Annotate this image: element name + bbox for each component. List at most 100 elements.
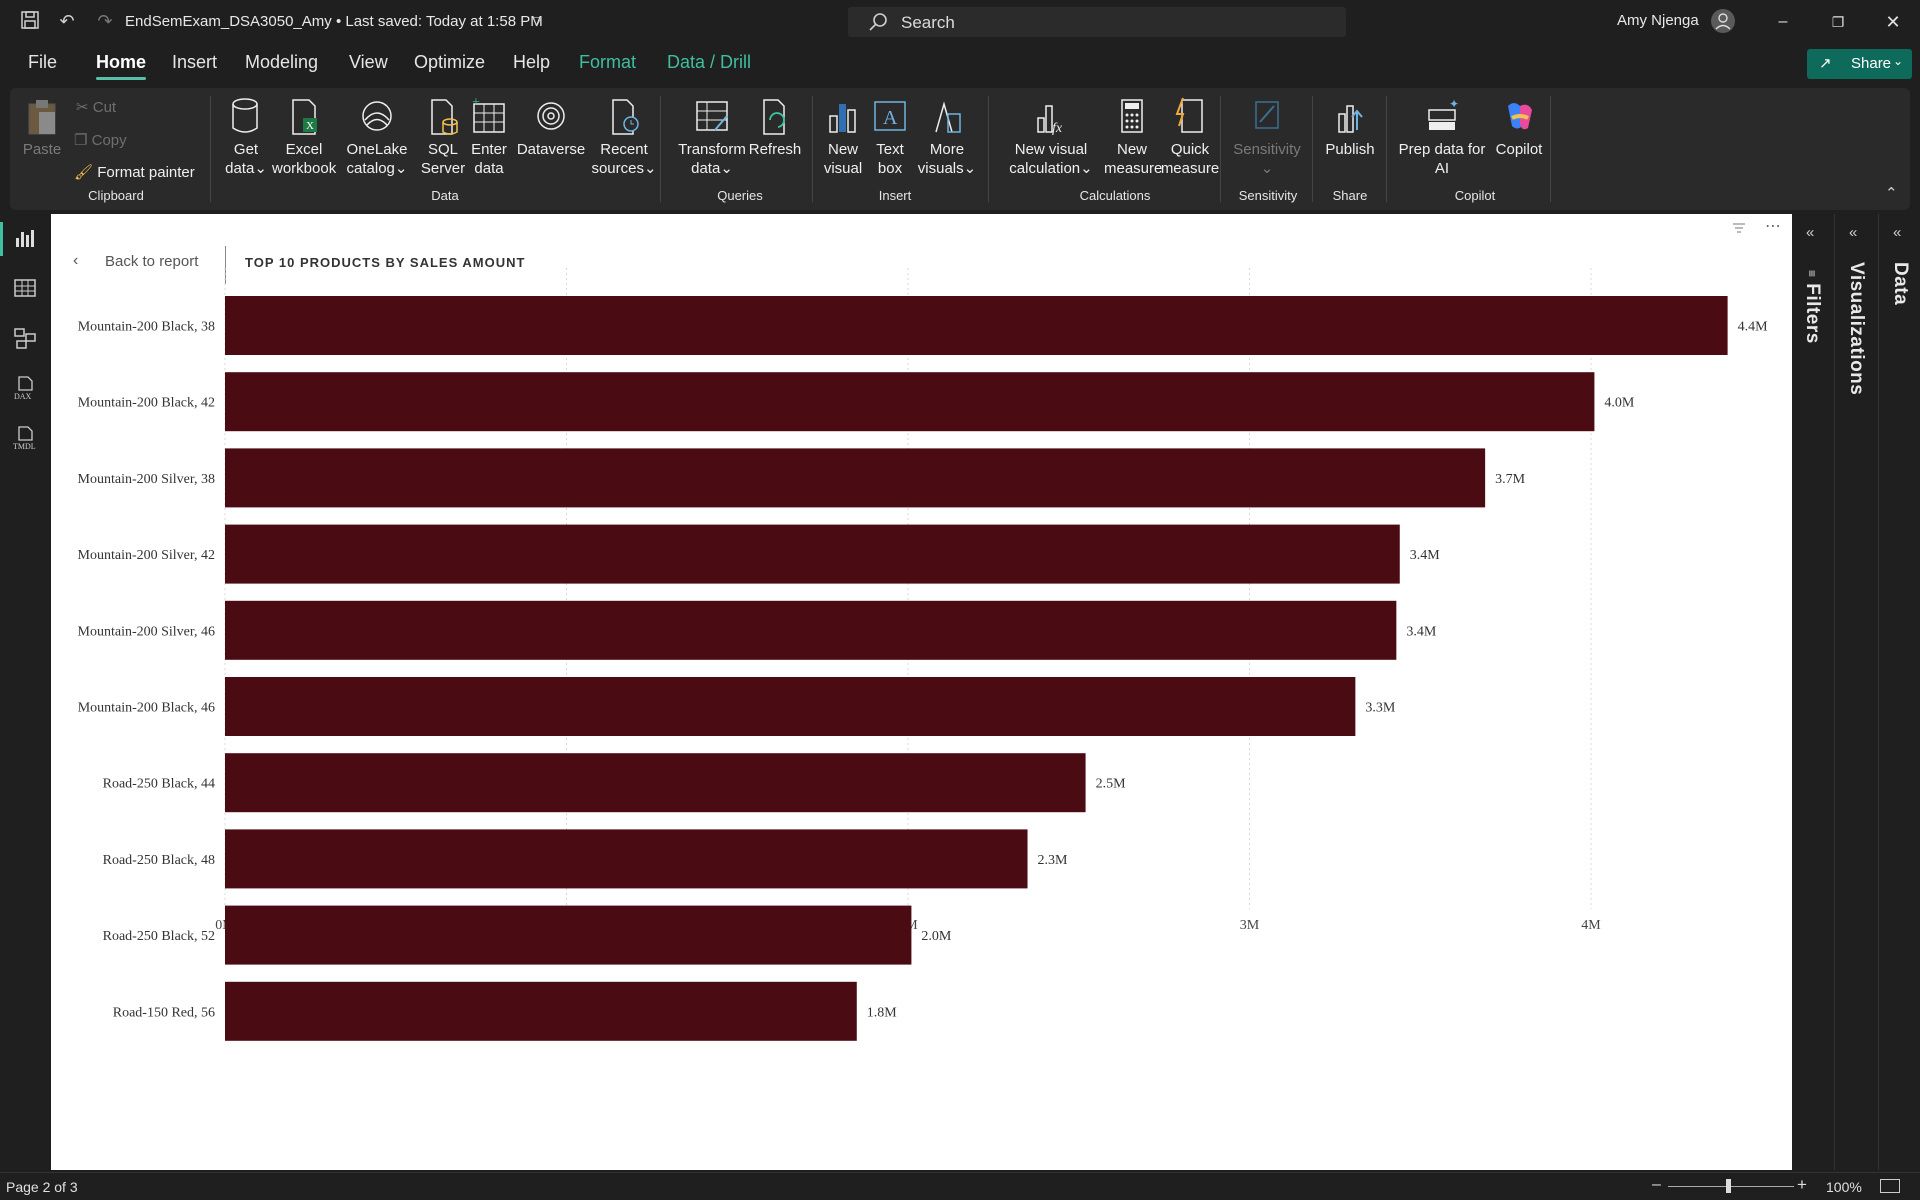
bar-chart: 0M1M2M3M4MMountain-200 Black, 384.4MMoun… (78, 268, 1769, 1041)
refresh-icon (763, 99, 785, 135)
zoom-out-button[interactable]: – (1652, 1176, 1661, 1194)
expand-filters-icon[interactable]: « (1806, 224, 1814, 241)
group-label-calculations: Calculations (1079, 188, 1151, 203)
bar (225, 524, 1400, 584)
refresh-button[interactable]: Refresh (746, 96, 804, 159)
title-dropdown-icon[interactable]: ▽ (526, 10, 548, 32)
excel-icon: X (292, 99, 317, 135)
bar (225, 600, 1397, 660)
filters-pane-label: ≡ Filters (1802, 270, 1823, 344)
report-view-icon[interactable] (13, 226, 37, 250)
publish-button[interactable]: Publish (1322, 96, 1378, 159)
search-input[interactable]: Search (848, 7, 1346, 37)
data-label: 3.4M (1410, 548, 1441, 563)
data-label: 2.0M (921, 929, 952, 944)
dataverse-button[interactable]: Dataverse (510, 96, 592, 159)
ribbon-divider (1312, 96, 1313, 202)
share-icon: ↗ (1819, 55, 1832, 72)
fit-to-page-icon[interactable] (1880, 1179, 1900, 1193)
zoom-slider-thumb[interactable] (1726, 1179, 1731, 1193)
tab-optimize[interactable]: Optimize (414, 52, 485, 73)
tab-data-drill[interactable]: Data / Drill (667, 52, 751, 73)
search-placeholder: Search (901, 13, 955, 32)
chevron-down-icon: ⌄ (1893, 54, 1904, 68)
share-button[interactable]: ↗ Share ⌄ (1807, 49, 1912, 79)
ribbon-divider (1386, 96, 1387, 202)
tab-file[interactable]: File (28, 52, 57, 73)
close-icon[interactable]: ✕ (1881, 10, 1905, 34)
svg-text:DAX: DAX (14, 392, 32, 400)
text-box-button[interactable]: A Text box (870, 96, 910, 178)
document-title[interactable]: EndSemExam_DSA3050_Amy • Last saved: Tod… (125, 13, 543, 30)
sensitivity-button[interactable]: Sensitivity ⌄ (1230, 96, 1304, 178)
quick-measure-button[interactable]: Quick measure (1158, 96, 1222, 178)
ribbon-divider (812, 96, 813, 202)
group-label-sensitivity: Sensitivity (1238, 188, 1298, 203)
data-pane[interactable]: « Data (1878, 214, 1920, 1170)
restore-icon[interactable]: ❐ (1826, 10, 1850, 34)
prep-data-for-ai-button[interactable]: ✦ Prep data for AI (1396, 96, 1488, 178)
zoom-in-button[interactable]: + (1797, 1175, 1807, 1195)
enter-data-button[interactable]: + Enter data (464, 96, 514, 178)
copilot-icon (1508, 103, 1532, 130)
tab-help[interactable]: Help (513, 52, 550, 73)
filters-pane[interactable]: « ≡ Filters (1793, 214, 1833, 1170)
avatar[interactable] (1711, 9, 1735, 33)
tab-insert[interactable]: Insert (172, 52, 217, 73)
svg-text:X: X (306, 120, 314, 132)
category-label: Mountain-200 Silver, 38 (78, 472, 215, 487)
ribbon-divider (660, 96, 661, 202)
filter-icon: ≡ (1805, 270, 1819, 278)
table-icon: + (472, 96, 505, 133)
excel-workbook-button[interactable]: X Excel workbook (272, 96, 336, 178)
visualizations-pane-label: Visualizations (1846, 262, 1867, 396)
calculator-icon (1121, 99, 1143, 133)
bar (225, 372, 1595, 432)
visualizations-pane[interactable]: « Visualizations (1834, 214, 1877, 1170)
copilot-button[interactable]: Copilot (1488, 96, 1550, 159)
transform-data-button[interactable]: Transform data⌄ (670, 96, 754, 178)
tab-modeling[interactable]: Modeling (245, 52, 318, 73)
quick-measure-icon (1175, 97, 1203, 133)
zoom-level: 100% (1826, 1179, 1862, 1195)
expand-visualizations-icon[interactable]: « (1849, 224, 1857, 241)
cut-button[interactable]: ✂ Cut (76, 98, 116, 116)
tab-format[interactable]: Format (579, 52, 636, 73)
collapse-ribbon-icon[interactable]: ⌃ (1885, 184, 1898, 202)
data-label: 4.0M (1604, 396, 1635, 411)
minimize-icon[interactable]: – (1771, 10, 1795, 34)
zoom-slider[interactable] (1668, 1186, 1794, 1187)
bar (225, 753, 1086, 813)
data-label: 4.4M (1738, 320, 1769, 335)
report-canvas: ‹ Back to report TOP 10 PRODUCTS BY SALE… (51, 214, 1792, 1170)
user-name[interactable]: Amy Njenga (1617, 12, 1699, 29)
new-visual-button[interactable]: New visual (820, 96, 866, 178)
page-indicator: Page 2 of 3 (6, 1179, 78, 1195)
recent-sources-button[interactable]: Recent sources⌄ (588, 96, 660, 178)
dax-query-view-icon[interactable]: DAX (13, 374, 37, 401)
get-data-button[interactable]: Get data⌄ (222, 96, 270, 178)
onelake-catalog-button[interactable]: OneLake catalog⌄ (344, 96, 410, 178)
sql-server-button[interactable]: SQL Server (418, 96, 468, 178)
format-painter-button[interactable]: 🖌 Format painter (74, 163, 195, 181)
tab-home[interactable]: Home (96, 52, 147, 80)
copy-button[interactable]: ❐ Copy (74, 131, 127, 149)
save-icon[interactable] (19, 10, 41, 32)
bar (225, 677, 1356, 736)
model-view-icon[interactable] (13, 326, 37, 350)
expand-data-icon[interactable]: « (1893, 224, 1901, 241)
data-label: 1.8M (867, 1005, 898, 1020)
redo-icon[interactable]: ↷ (94, 10, 116, 32)
category-label: Mountain-200 Black, 38 (78, 320, 215, 335)
table-view-icon[interactable] (13, 276, 37, 300)
new-measure-button[interactable]: New measure (1104, 96, 1162, 178)
more-visuals-button[interactable]: More visuals⌄ (916, 96, 978, 178)
bar (225, 829, 1028, 889)
ribbon-divider (1550, 96, 1551, 202)
new-visual-calculation-button[interactable]: fx New visual calculation⌄ (998, 96, 1104, 178)
undo-icon[interactable]: ↶ (56, 10, 78, 32)
paste-button[interactable]: Paste (22, 96, 62, 159)
tmdl-view-icon[interactable]: TMDL (13, 424, 37, 451)
group-label-copilot: Copilot (1454, 188, 1496, 203)
tab-view[interactable]: View (349, 52, 388, 73)
